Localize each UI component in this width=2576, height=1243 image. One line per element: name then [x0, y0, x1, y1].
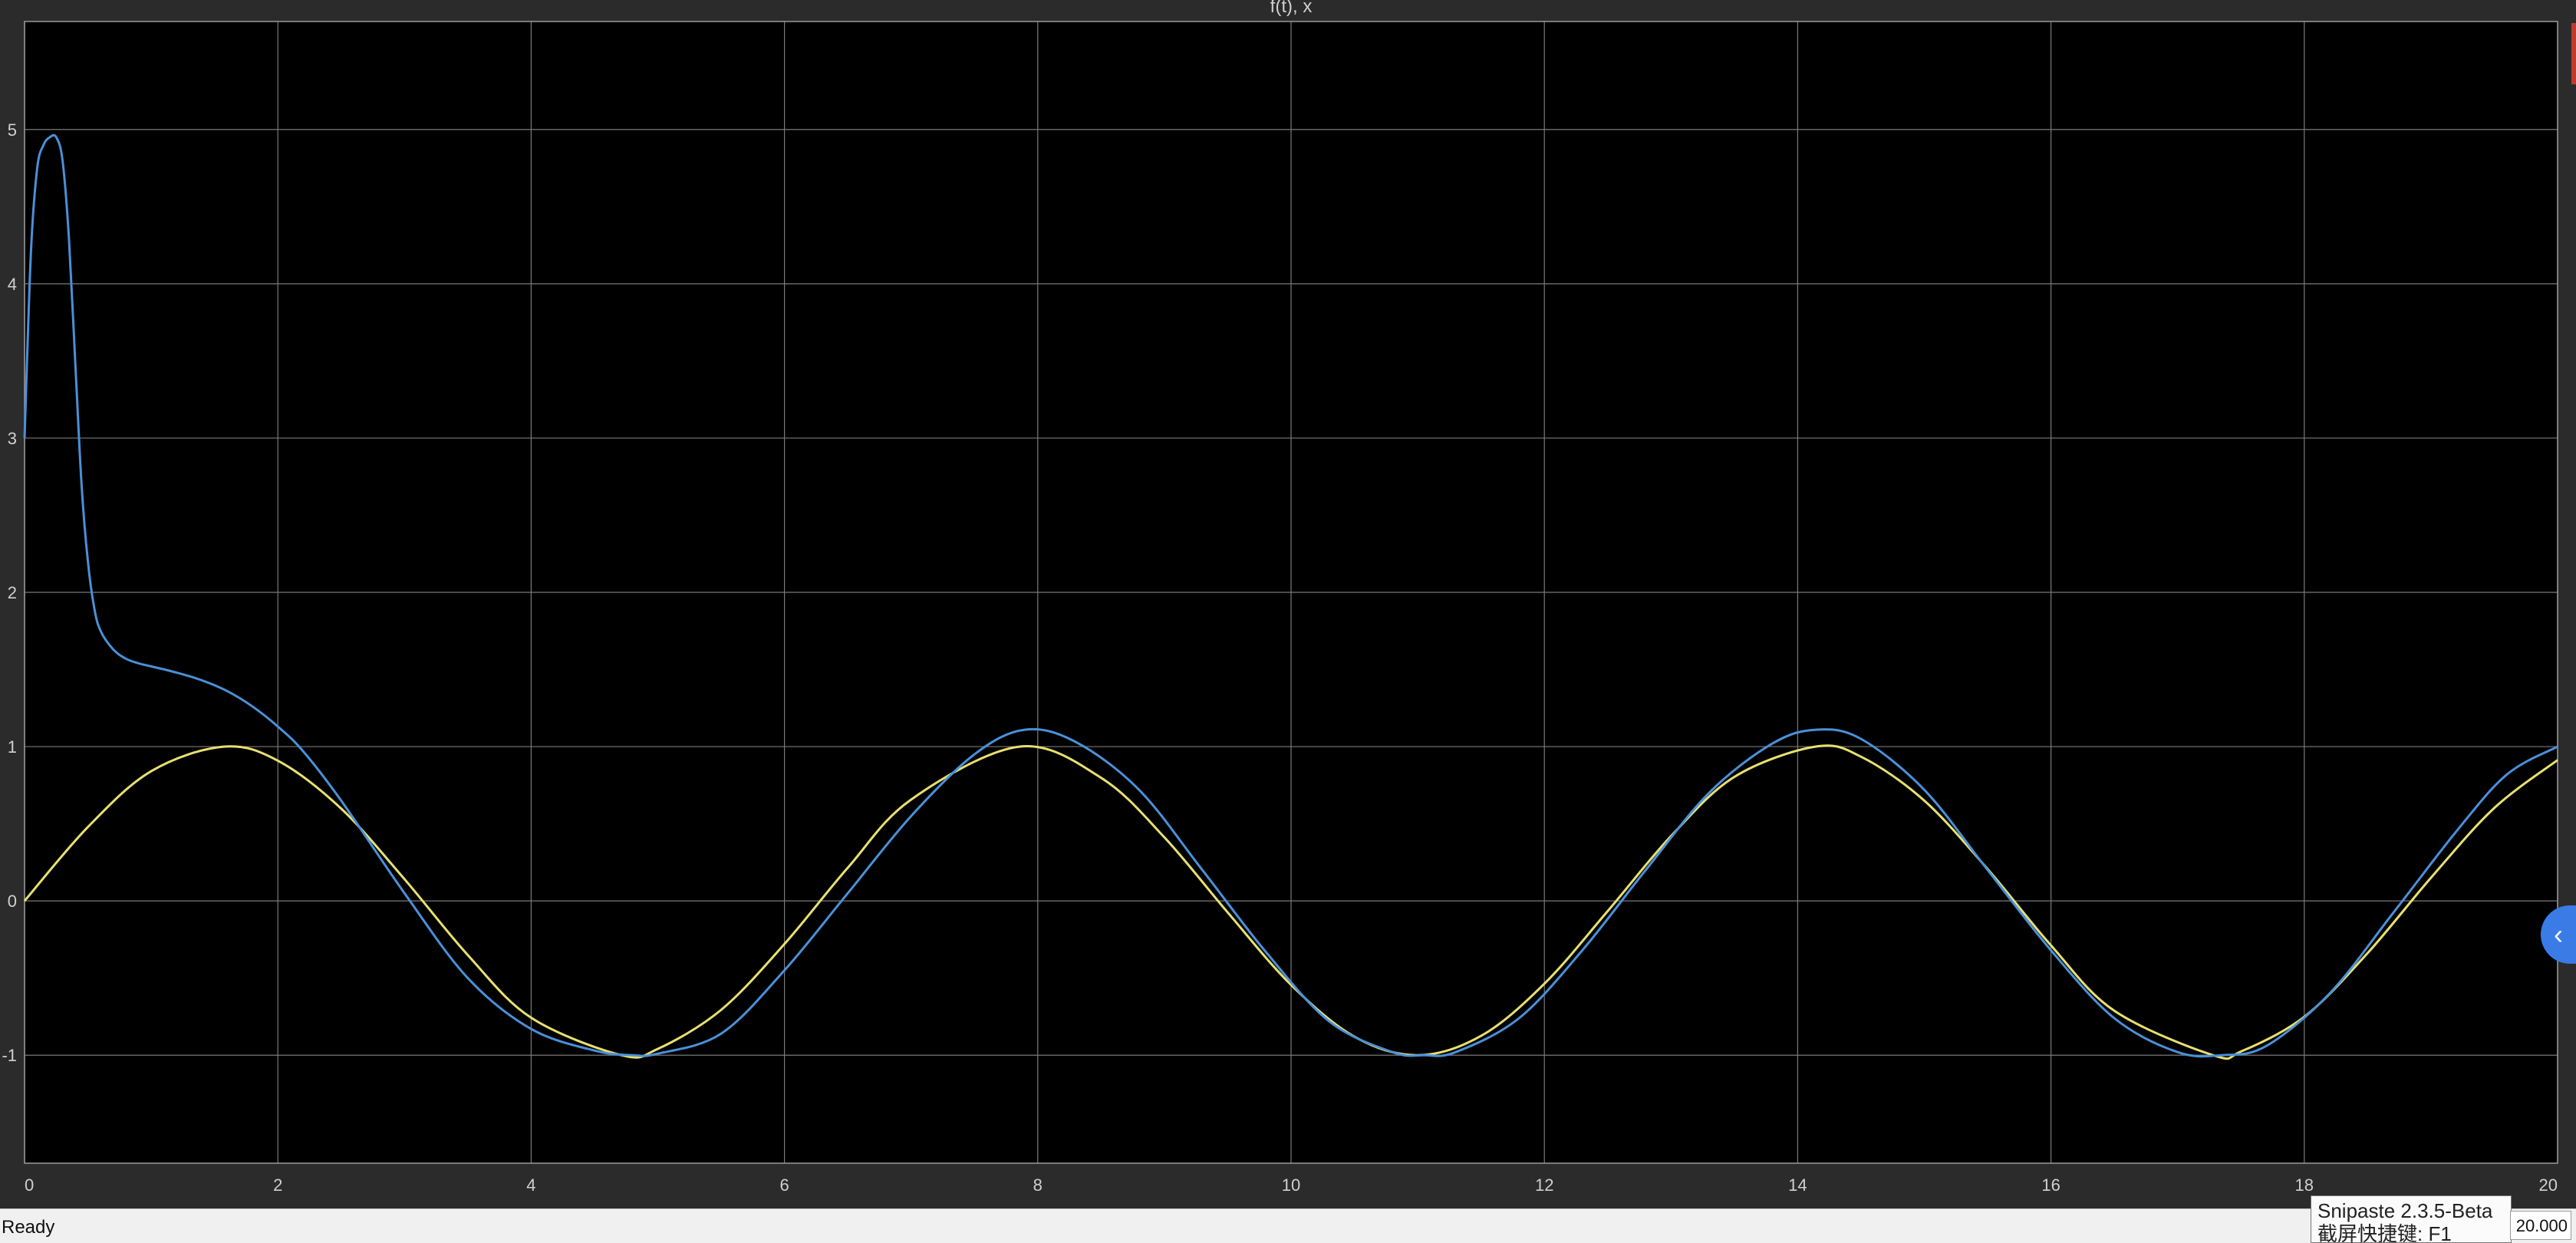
y-tick-label: -1	[2, 1046, 17, 1065]
y-tick-label: 0	[8, 892, 17, 911]
x-tick-label: 2	[273, 1175, 282, 1195]
x-tick-label: 10	[1282, 1175, 1300, 1195]
status-text: Ready	[2, 1217, 55, 1238]
tooltip-title: Snipaste 2.3.5-Beta	[2317, 1199, 2493, 1222]
status-bar: Ready	[0, 1208, 2576, 1243]
x-tick-label: 12	[1535, 1175, 1553, 1195]
simulation-time-display: 20.000	[2510, 1211, 2571, 1240]
chart-title: f(t), x	[1270, 0, 1313, 17]
resize-handle[interactable]	[2571, 23, 2576, 84]
y-tick-label: 4	[8, 275, 17, 294]
tooltip-hint: 截屏快捷键: F1	[2317, 1222, 2452, 1243]
y-tick-label: 5	[8, 120, 17, 140]
y-tick-label: 2	[8, 583, 17, 602]
x-tick-label: 16	[2041, 1175, 2060, 1195]
scope-window: 0 2 4 6 8 10 12 14 16 18 20 -1 0 1 2 3 4 5 f(t), x ‹ Read…	[0, 0, 2576, 1243]
x-tick-label: 14	[1788, 1175, 1807, 1195]
x-tick-label: 8	[1033, 1175, 1043, 1195]
plot-area[interactable]: 0 2 4 6 8 10 12 14 16 18 20-1012345 f(t), x	[0, 0, 2576, 1243]
x-tick-label: 4	[526, 1175, 535, 1195]
x-tick-label: 0	[25, 1175, 34, 1195]
y-tick-label: 1	[8, 737, 17, 757]
y-tick-label: 3	[8, 429, 17, 448]
x-tick-label: 18	[2295, 1175, 2314, 1195]
x-tick-label: 20	[2539, 1175, 2558, 1195]
x-tick-label: 6	[779, 1175, 789, 1195]
snipaste-tooltip: Snipaste 2.3.5-Beta 截屏快捷键: F1	[2311, 1195, 2512, 1243]
